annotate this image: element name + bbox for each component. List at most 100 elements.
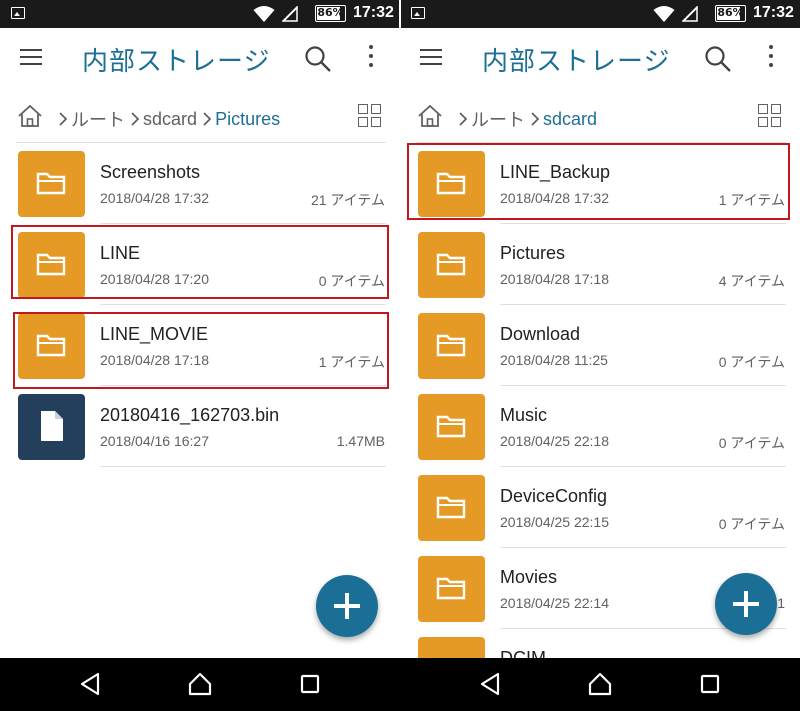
status-bar: 86% 17:32 (400, 0, 800, 28)
file-meta: 21 アイテム (310, 192, 385, 208)
file-date: 2018/04/25 22:15 (500, 514, 609, 530)
crumb-sdcard[interactable]: sdcard (143, 109, 197, 130)
folder-thumbnail (418, 394, 485, 460)
file-meta: 4 アイテム (718, 273, 785, 289)
more-vert-icon[interactable] (366, 45, 376, 71)
chevron-right-icon (59, 112, 68, 126)
search-icon[interactable] (704, 45, 732, 73)
file-date: 2018/04/28 17:32 (100, 190, 209, 206)
back-icon[interactable] (479, 672, 501, 696)
battery-level: 86% (317, 6, 344, 19)
folder-icon (36, 172, 66, 195)
chevron-right-icon (131, 112, 140, 126)
signal-icon (682, 6, 698, 22)
toolbar: 内部ストレージ (400, 28, 800, 90)
file-date: 2018/04/16 16:27 (100, 433, 209, 449)
chevron-right-icon (203, 112, 212, 126)
search-icon[interactable] (304, 45, 332, 73)
file-name: Screenshots (100, 162, 201, 182)
crumb-pictures[interactable]: Pictures (215, 109, 280, 130)
grid-view-icon[interactable] (358, 104, 382, 128)
crumb-root[interactable]: ルート (71, 106, 125, 132)
screen-divider (399, 0, 401, 658)
home-icon[interactable] (188, 672, 212, 696)
file-meta: 1.47MB (336, 433, 385, 449)
back-icon[interactable] (79, 672, 101, 696)
folder-thumbnail (418, 232, 485, 298)
crumb-sdcard[interactable]: sdcard (543, 109, 597, 130)
list-item[interactable]: 20180416_162703.bin 2018/04/16 16:27 1.4… (0, 386, 400, 467)
highlight-box (407, 143, 790, 220)
recents-icon[interactable] (300, 672, 320, 696)
home-icon[interactable] (588, 672, 612, 696)
image-icon (411, 7, 425, 19)
breadcrumb: ルート sdcard (400, 96, 800, 140)
menu-icon[interactable] (420, 49, 442, 67)
file-thumbnail (18, 394, 85, 460)
file-date: 2018/04/28 17:18 (500, 271, 609, 287)
list-item[interactable]: Download 2018/04/28 11:25 0 アイテム (400, 305, 800, 386)
image-icon (11, 7, 25, 19)
document-icon (41, 411, 63, 441)
breadcrumb-path: ルート sdcard (458, 106, 597, 132)
more-vert-icon[interactable] (766, 45, 776, 71)
file-name: Pictures (500, 243, 566, 263)
home-icon[interactable] (17, 104, 43, 128)
add-button[interactable] (316, 575, 378, 637)
wifi-icon (253, 6, 275, 22)
menu-icon[interactable] (20, 49, 42, 67)
file-name: 20180416_162703.bin (100, 405, 280, 425)
file-name: DeviceConfig (500, 486, 608, 506)
battery-icon: 86% (315, 5, 346, 22)
file-name: DCIM (500, 648, 546, 658)
home-icon[interactable] (417, 104, 443, 128)
battery-level: 86% (717, 6, 744, 19)
list-item[interactable]: Pictures 2018/04/28 17:18 4 アイテム (400, 224, 800, 305)
breadcrumb: ルート sdcard Pictures (0, 96, 400, 140)
folder-icon (436, 253, 466, 276)
row-divider (100, 466, 386, 467)
recents-icon[interactable] (700, 672, 720, 696)
screen-left: 86% 17:32 内部ストレージ ルート sdcard Pictures Sc… (0, 0, 400, 658)
highlight-box (11, 225, 389, 299)
signal-icon (282, 6, 298, 22)
toolbar: 内部ストレージ (0, 28, 400, 90)
list-item[interactable]: Music 2018/04/25 22:18 0 アイテム (400, 386, 800, 467)
file-name: Download (500, 324, 581, 344)
file-name: Music (500, 405, 548, 425)
toolbar-title: 内部ストレージ (82, 47, 271, 77)
list-item[interactable]: DeviceConfig 2018/04/25 22:15 0 アイテム (400, 467, 800, 548)
file-meta: 0 アイテム (718, 354, 785, 370)
add-button[interactable] (715, 573, 777, 635)
folder-thumbnail (18, 151, 85, 217)
folder-thumbnail (418, 313, 485, 379)
battery-icon: 86% (715, 5, 746, 22)
grid-view-icon[interactable] (758, 104, 782, 128)
file-date: 2018/04/28 11:25 (500, 352, 608, 368)
nav-bar (0, 658, 800, 711)
file-meta: 1 (777, 595, 785, 611)
folder-icon (436, 334, 466, 357)
list-item[interactable]: Screenshots 2018/04/28 17:32 21 アイテム (0, 143, 400, 224)
folder-thumbnail (418, 556, 485, 622)
file-name: Movies (500, 567, 558, 587)
toolbar-title: 内部ストレージ (482, 47, 671, 77)
chevron-right-icon (459, 112, 468, 126)
file-date: 2018/04/25 22:14 (500, 595, 609, 611)
wifi-icon (653, 6, 675, 22)
folder-thumbnail (418, 475, 485, 541)
folder-icon (436, 496, 466, 519)
status-bar: 86% 17:32 (0, 0, 400, 28)
crumb-root[interactable]: ルート (471, 106, 525, 132)
folder-icon (436, 415, 466, 438)
screen-right: 86% 17:32 内部ストレージ ルート sdcard LINE_Backup… (400, 0, 800, 658)
breadcrumb-path: ルート sdcard Pictures (58, 106, 280, 132)
highlight-box (13, 312, 389, 389)
file-meta: 0 アイテム (718, 435, 785, 451)
chevron-right-icon (531, 112, 540, 126)
folder-thumbnail (418, 637, 485, 658)
file-meta: 0 アイテム (718, 516, 785, 532)
folder-icon (436, 577, 466, 600)
status-time: 17:32 (353, 4, 394, 21)
file-date: 2018/04/25 22:18 (500, 433, 609, 449)
